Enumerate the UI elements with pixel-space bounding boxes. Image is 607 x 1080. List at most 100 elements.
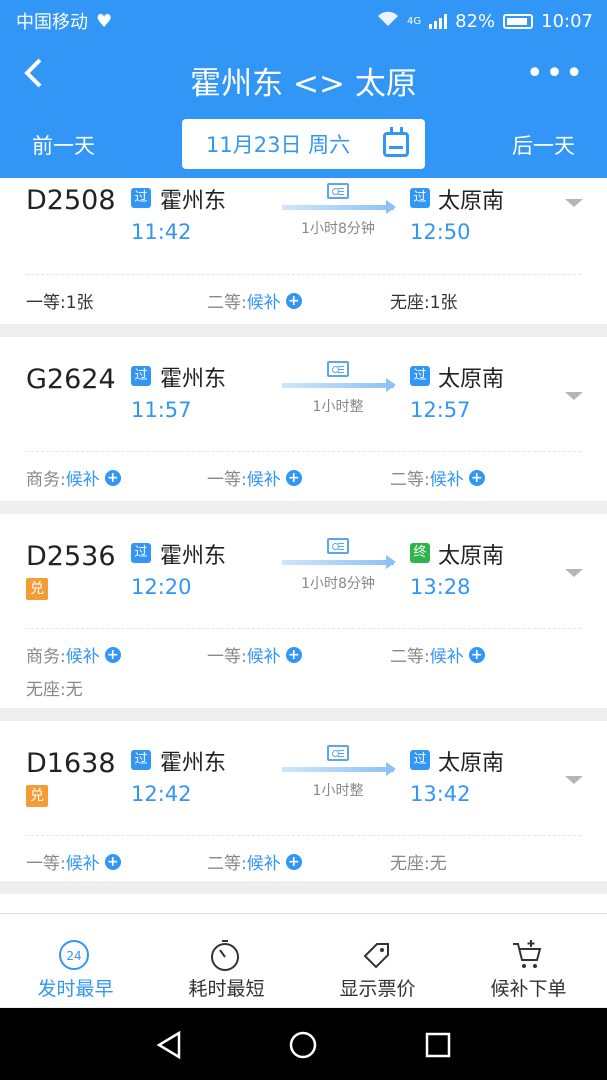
duration: 1小时整 bbox=[312, 399, 364, 415]
seat-first-class: 一等: 1张 bbox=[26, 293, 94, 313]
plus-icon[interactable]: + bbox=[285, 646, 302, 663]
clock-time: 10:07 bbox=[541, 10, 593, 32]
train-card-d1638[interactable]: D1638 兑 过 霍州东 12:42 1小时整 过 太原南 13:42 一等:… bbox=[0, 721, 607, 881]
divider bbox=[26, 628, 581, 629]
departure-station: 霍州东 bbox=[160, 544, 227, 569]
plus-icon[interactable]: + bbox=[285, 292, 302, 309]
duration: 1小时8分钟 bbox=[301, 221, 375, 237]
id-card-icon bbox=[327, 361, 349, 377]
arrival-station: 太原南 bbox=[438, 544, 505, 569]
system-nav-bar bbox=[0, 1008, 607, 1080]
seat-standing: 无座: 1张 bbox=[390, 293, 458, 313]
arrow-icon bbox=[282, 200, 396, 214]
divider bbox=[26, 451, 581, 452]
train-number: D2536 bbox=[26, 541, 116, 572]
wifi-icon bbox=[377, 11, 399, 32]
train-card-d2536[interactable]: D2536 兑 过 霍州东 12:20 1小时8分钟 终 太原南 13:28 商… bbox=[0, 514, 607, 708]
train-card-d2508[interactable]: D2508 过 霍州东 11:42 1小时8分钟 过 太原南 12:50 一等:… bbox=[0, 178, 607, 324]
plus-icon[interactable]: + bbox=[285, 853, 302, 870]
status-bar: 中国移动 ♥ 4G 82% 10:07 bbox=[0, 0, 607, 42]
departure-station: 霍州东 bbox=[160, 751, 227, 776]
train-number: D1638 bbox=[26, 748, 116, 779]
train-card-g2624[interactable]: G2624 过 霍州东 11:57 1小时整 过 太原南 12:57 商务: 候补… bbox=[0, 337, 607, 501]
tab-label: 发时最早 bbox=[37, 978, 114, 1000]
tab-label: 耗时最短 bbox=[188, 978, 265, 1000]
tab-shortest-duration[interactable]: 耗时最短 bbox=[151, 914, 302, 1008]
duration: 1小时8分钟 bbox=[301, 576, 375, 592]
seat-business[interactable]: 商务: 候补 + bbox=[26, 465, 121, 490]
pass-badge: 过 bbox=[131, 188, 151, 208]
seat-second-class[interactable]: 二等: 候补 + bbox=[390, 465, 485, 490]
prev-day-button[interactable]: 前一天 bbox=[32, 130, 95, 160]
chevron-down-icon[interactable] bbox=[565, 199, 583, 207]
seat-first-class[interactable]: 一等: 候补 + bbox=[207, 642, 302, 667]
next-day-button[interactable]: 后一天 bbox=[512, 130, 575, 160]
train-list[interactable]: D2508 过 霍州东 11:42 1小时8分钟 过 太原南 12:50 一等:… bbox=[0, 178, 607, 913]
chevron-down-icon[interactable] bbox=[565, 776, 583, 784]
tab-show-price[interactable]: 显示票价 bbox=[302, 914, 453, 1008]
pass-badge: 过 bbox=[410, 188, 430, 208]
pass-badge: 过 bbox=[131, 366, 151, 386]
arrival-station: 太原南 bbox=[438, 189, 505, 214]
arrow-icon bbox=[282, 762, 396, 776]
divider bbox=[26, 274, 581, 275]
plus-icon[interactable]: + bbox=[104, 853, 121, 870]
tab-waitlist-order[interactable]: 候补下单 bbox=[453, 914, 604, 1008]
pass-badge: 过 bbox=[131, 543, 151, 563]
seat-first-class[interactable]: 一等: 候补 + bbox=[207, 465, 302, 490]
train-card-next[interactable] bbox=[0, 894, 607, 913]
seat-standing: 无座: 无 bbox=[390, 854, 447, 874]
nav-recents-icon[interactable] bbox=[424, 1031, 452, 1059]
duration: 1小时整 bbox=[312, 783, 364, 799]
arrival-time: 13:42 bbox=[410, 782, 471, 806]
pass-badge: 过 bbox=[410, 366, 430, 386]
departure-time: 12:42 bbox=[131, 782, 192, 806]
date-picker[interactable]: 11月23日 周六 bbox=[182, 119, 425, 169]
svg-text:24: 24 bbox=[66, 949, 81, 963]
arrival-time: 12:50 bbox=[410, 220, 471, 244]
price-tag-icon bbox=[363, 943, 389, 969]
seat-second-class[interactable]: 二等: 候补 + bbox=[207, 849, 302, 874]
chevron-down-icon[interactable] bbox=[565, 392, 583, 400]
seat-second-class[interactable]: 二等: 候补 + bbox=[207, 288, 302, 313]
id-card-icon bbox=[327, 183, 349, 199]
departure-time: 11:42 bbox=[131, 220, 192, 244]
departure-station: 霍州东 bbox=[160, 189, 227, 214]
departure-time: 12:20 bbox=[131, 575, 192, 599]
heart-icon: ♥ bbox=[96, 10, 113, 32]
seat-second-class[interactable]: 二等: 候补 + bbox=[390, 642, 485, 667]
train-number: D2508 bbox=[26, 185, 116, 216]
bottom-tab-bar: 24 发时最早 耗时最短 显示票价 候补下单 bbox=[0, 913, 607, 1007]
train-number: G2624 bbox=[26, 364, 116, 395]
battery-icon bbox=[503, 13, 534, 29]
timer-icon bbox=[211, 940, 239, 971]
nav-back-icon[interactable] bbox=[155, 1030, 183, 1060]
plus-icon[interactable]: + bbox=[285, 469, 302, 486]
calendar-icon bbox=[383, 127, 409, 157]
more-icon[interactable]: ••• bbox=[526, 56, 585, 91]
chevron-down-icon[interactable] bbox=[565, 569, 583, 577]
plus-icon[interactable]: + bbox=[468, 469, 485, 486]
signal-icon bbox=[429, 13, 448, 29]
id-card-icon bbox=[327, 538, 349, 554]
plus-icon[interactable]: + bbox=[104, 469, 121, 486]
pass-badge: 过 bbox=[410, 750, 430, 770]
plus-icon[interactable]: + bbox=[104, 646, 121, 663]
cart-icon bbox=[513, 940, 542, 968]
tab-earliest-departure[interactable]: 24 发时最早 bbox=[0, 914, 151, 1008]
battery-percent: 82% bbox=[455, 10, 496, 32]
arrow-icon bbox=[282, 378, 396, 392]
tab-label: 显示票价 bbox=[339, 978, 416, 1000]
pass-badge: 过 bbox=[131, 750, 151, 770]
network-type: 4G bbox=[406, 15, 422, 27]
selected-date: 11月23日 周六 bbox=[206, 133, 351, 157]
seat-first-class[interactable]: 一等: 候补 + bbox=[26, 849, 121, 874]
seat-business[interactable]: 商务: 候补 + bbox=[26, 642, 121, 667]
carrier-name: 中国移动 bbox=[16, 12, 88, 33]
tab-label: 候补下单 bbox=[490, 978, 567, 1000]
plus-icon[interactable]: + bbox=[468, 646, 485, 663]
nav-home-icon[interactable] bbox=[288, 1030, 318, 1060]
departure-station: 霍州东 bbox=[160, 367, 227, 392]
clock-24-icon: 24 bbox=[59, 940, 89, 970]
arrival-station: 太原南 bbox=[438, 751, 505, 776]
